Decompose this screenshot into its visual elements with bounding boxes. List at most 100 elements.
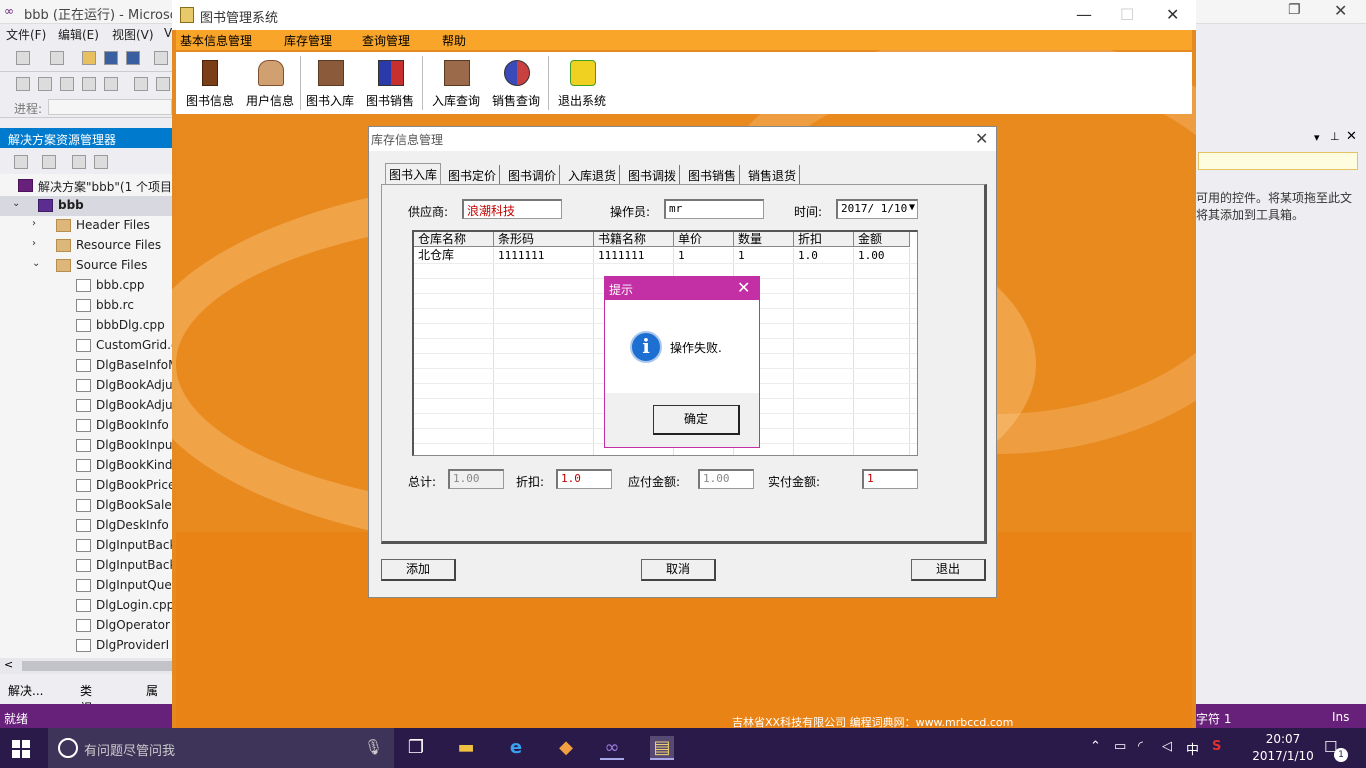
add-button[interactable]: 添加 [381, 559, 456, 581]
discount-field[interactable]: 1.0 [556, 469, 612, 489]
cortana-search[interactable]: 有问题尽管问我 🎙 [48, 728, 394, 768]
operator-field[interactable]: mr [664, 199, 764, 219]
message-box-close-icon[interactable]: ✕ [737, 278, 750, 297]
grid-cell[interactable]: 1.00 [854, 248, 910, 263]
grid-column-header[interactable]: 单价 [674, 232, 734, 247]
toolbox-search-box[interactable] [1198, 152, 1358, 170]
toolbar-icon-a[interactable] [16, 77, 30, 91]
chevron-down-icon[interactable]: ⌄ [32, 258, 42, 269]
toolbar-stock-query[interactable]: 入库查询 [426, 56, 486, 112]
save-all-icon[interactable] [126, 51, 140, 65]
se-toolbar-icon-4[interactable] [94, 155, 108, 169]
grid-column-header[interactable]: 数量 [734, 232, 794, 247]
toolbar-icon-e[interactable] [104, 77, 118, 91]
align-right-icon[interactable] [156, 77, 170, 91]
tab-book-pricing[interactable]: 图书定价 [445, 165, 501, 185]
vs-menu-edit[interactable]: 编辑(E) [58, 26, 99, 43]
toolbar-book-sale[interactable]: 图书销售 [360, 56, 420, 112]
toolbox-dropdown-icon[interactable]: ▾ [1314, 131, 1320, 144]
volume-icon[interactable]: ◁ [1162, 739, 1172, 754]
scroll-left-icon[interactable]: < [4, 658, 13, 671]
exit-button[interactable]: 退出 [911, 559, 986, 581]
windows-start-icon[interactable] [12, 740, 30, 758]
app-minimize-icon[interactable]: — [1076, 5, 1092, 24]
vs-menu-more[interactable]: V [164, 26, 172, 40]
paid-field[interactable]: 1 [862, 469, 918, 489]
tab-book-transfer[interactable]: 图书调拨 [625, 165, 681, 185]
tab-stock-return[interactable]: 入库退货 [565, 165, 621, 185]
chevron-down-icon[interactable]: ▼ [909, 202, 915, 213]
vs-menu-view[interactable]: 视图(V) [112, 26, 154, 43]
grid-cell[interactable]: 1111111 [594, 248, 674, 263]
task-view-icon[interactable]: ❐ [404, 736, 428, 760]
add-item-icon[interactable] [50, 51, 64, 65]
vs-menu-file[interactable]: 文件(F) [6, 26, 46, 43]
file-explorer-icon[interactable]: ▬ [454, 736, 478, 760]
battery-icon[interactable]: ▭ [1114, 739, 1126, 754]
align-left-icon[interactable] [134, 77, 148, 91]
toolbox-close-icon[interactable]: ✕ [1346, 129, 1357, 144]
time-picker[interactable]: 2017/ 1/10 ▼ [836, 199, 918, 219]
open-folder-icon[interactable] [82, 51, 96, 65]
scroll-thumb[interactable] [22, 661, 172, 671]
menu-inventory[interactable]: 库存管理 [284, 32, 332, 49]
grid-cell[interactable]: 1.0 [794, 248, 854, 263]
toolbar-exit-system[interactable]: 退出系统 [552, 56, 612, 112]
grid-cell[interactable]: 北仓库 [414, 248, 494, 263]
vs-restore-icon[interactable]: ❐ [1288, 2, 1301, 18]
save-icon[interactable] [104, 51, 118, 65]
microphone-icon[interactable]: 🎙 [364, 738, 383, 756]
wifi-icon[interactable]: ◜ [1138, 739, 1143, 754]
new-project-icon[interactable] [16, 51, 30, 65]
grid-cell[interactable]: 1111111 [494, 248, 594, 263]
tree-item[interactable]: ⌄ bbb [0, 196, 172, 216]
toolbar-icon-c[interactable] [60, 77, 74, 91]
toolbar-icon-d[interactable] [82, 77, 96, 91]
menu-query[interactable]: 查询管理 [362, 32, 410, 49]
store-icon[interactable]: ◆ [554, 736, 578, 760]
grid-cell[interactable]: 1 [674, 248, 734, 263]
grid-cell[interactable]: 1 [734, 248, 794, 263]
ime-indicator[interactable]: 中 [1186, 739, 1199, 758]
library-app-taskbar-icon[interactable]: ▤ [650, 736, 674, 760]
tab-book-reprice[interactable]: 图书调价 [505, 165, 561, 185]
edge-browser-icon[interactable]: e [504, 736, 528, 760]
grid-column-header[interactable]: 金额 [854, 232, 910, 247]
tab-book-sale[interactable]: 图书销售 [685, 165, 741, 185]
taskbar-clock[interactable]: 20:07 2017/1/10 [1252, 731, 1314, 765]
solution-hscrollbar[interactable]: < [0, 658, 172, 674]
toolbar-book-stock-in[interactable]: 图书入库 [300, 56, 360, 112]
payable-field[interactable]: 1.00 [698, 469, 754, 489]
app-close-icon[interactable]: ✕ [1166, 5, 1179, 24]
visual-studio-taskbar-icon[interactable]: ∞ [600, 736, 624, 760]
supplier-field[interactable]: 浪潮科技 [462, 199, 562, 219]
app-maximize-icon[interactable]: ☐ [1120, 5, 1134, 24]
toolbox-pin-icon[interactable]: ⊥ [1330, 130, 1340, 143]
toolbar-book-info[interactable]: 图书信息 [180, 56, 240, 112]
tab-book-stock-in[interactable]: 图书入库 [385, 163, 442, 185]
chevron-right-icon[interactable]: › [32, 218, 42, 229]
menu-help[interactable]: 帮助 [442, 32, 466, 49]
process-dropdown[interactable] [48, 99, 172, 115]
se-properties-icon[interactable] [72, 155, 86, 169]
chevron-down-icon[interactable]: ⌄ [12, 198, 22, 209]
toolbar-sale-query[interactable]: 销售查询 [486, 56, 546, 112]
grid-column-header[interactable]: 条形码 [494, 232, 594, 247]
grid-column-header[interactable]: 仓库名称 [414, 232, 494, 247]
cancel-button[interactable]: 取消 [641, 559, 716, 581]
toolbar-icon-b[interactable] [38, 77, 52, 91]
grid-column-header[interactable]: 书籍名称 [594, 232, 674, 247]
se-toolbar-icon-1[interactable] [14, 155, 28, 169]
vs-close-icon[interactable]: ✕ [1334, 1, 1347, 20]
grid-column-header[interactable]: 折扣 [794, 232, 854, 247]
sogou-ime-icon[interactable]: S [1212, 739, 1221, 754]
tab-sale-return[interactable]: 销售退货 [745, 165, 801, 185]
dialog-close-icon[interactable]: ✕ [975, 129, 988, 148]
tray-chevron-up-icon[interactable]: ⌃ [1090, 739, 1101, 754]
cut-icon[interactable] [154, 51, 168, 65]
menu-basic-info[interactable]: 基本信息管理 [180, 32, 252, 49]
ok-button[interactable]: 确定 [653, 405, 740, 435]
se-toolbar-icon-2[interactable] [42, 155, 56, 169]
toolbar-user-info[interactable]: 用户信息 [240, 56, 300, 112]
chevron-right-icon[interactable]: › [32, 238, 42, 249]
